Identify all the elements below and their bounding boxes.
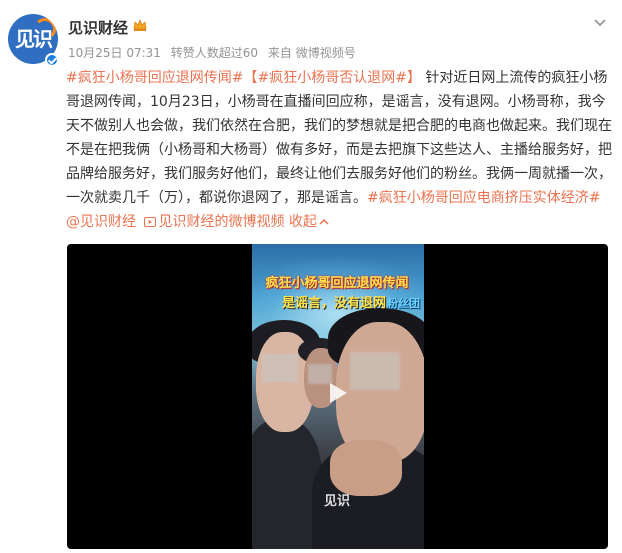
video-caption-title: 疯狂小杨哥回应退网传闻	[265, 276, 409, 291]
video-caption-subtitle: 是谣言，没有退网粉丝团	[282, 292, 420, 311]
person-hand	[330, 440, 402, 496]
crown-icon	[133, 18, 147, 31]
post-meta: 10月25日 07:31 转赞人数超过60 来自 微博视频号	[68, 44, 362, 61]
video-caption-extra: 粉丝团	[387, 297, 421, 310]
video-link-icon	[144, 217, 157, 227]
video-caption-main: 是谣言，没有退网	[282, 296, 387, 311]
weibo-post-card: 见识 见识财经 10月25日 07:31 转赞人数超过60 来自 微博视频号 #…	[0, 0, 622, 553]
collapse-label: 收起	[288, 214, 317, 230]
post-source[interactable]: 来自 微博视频号	[268, 46, 356, 60]
chevron-up-icon	[319, 218, 329, 225]
repost-count: 转赞人数超过60	[170, 46, 259, 60]
post-time[interactable]: 10月25日 07:31	[68, 46, 161, 60]
post-body: 针对近日网上流传的疯狂小杨哥退网传闻，10月23日，小杨哥在直播间回应称，是谣言…	[66, 70, 612, 206]
video-player[interactable]: 疯狂小杨哥回应退网传闻 是谣言，没有退网粉丝团 见识	[67, 244, 608, 549]
post-text: #疯狂小杨哥回应退网传闻#【#疯狂小杨哥否认退网#】 针对近日网上流传的疯狂小杨…	[66, 66, 612, 234]
video-link[interactable]: 见识财经的微博视频	[140, 214, 284, 230]
verified-badge-icon	[45, 53, 59, 67]
hashtag-link[interactable]: #疯狂小杨哥回应电商挤压实体经济#	[367, 190, 600, 206]
username[interactable]: 见识财经	[68, 17, 128, 38]
play-icon[interactable]	[322, 378, 352, 408]
face-blur	[262, 354, 298, 382]
video-watermark: 见识	[324, 494, 351, 509]
mention-link[interactable]: @见识财经	[66, 214, 136, 230]
hashtag-link[interactable]: #疯狂小杨哥回应退网传闻#	[66, 70, 243, 86]
chevron-down-icon[interactable]	[592, 14, 608, 30]
collapse-button[interactable]: 收起	[289, 214, 329, 230]
video-link-label: 见识财经的微博视频	[158, 214, 285, 230]
face-blur	[350, 352, 400, 390]
hashtag-link[interactable]: 【#疯狂小杨哥否认退网#】	[243, 70, 420, 86]
